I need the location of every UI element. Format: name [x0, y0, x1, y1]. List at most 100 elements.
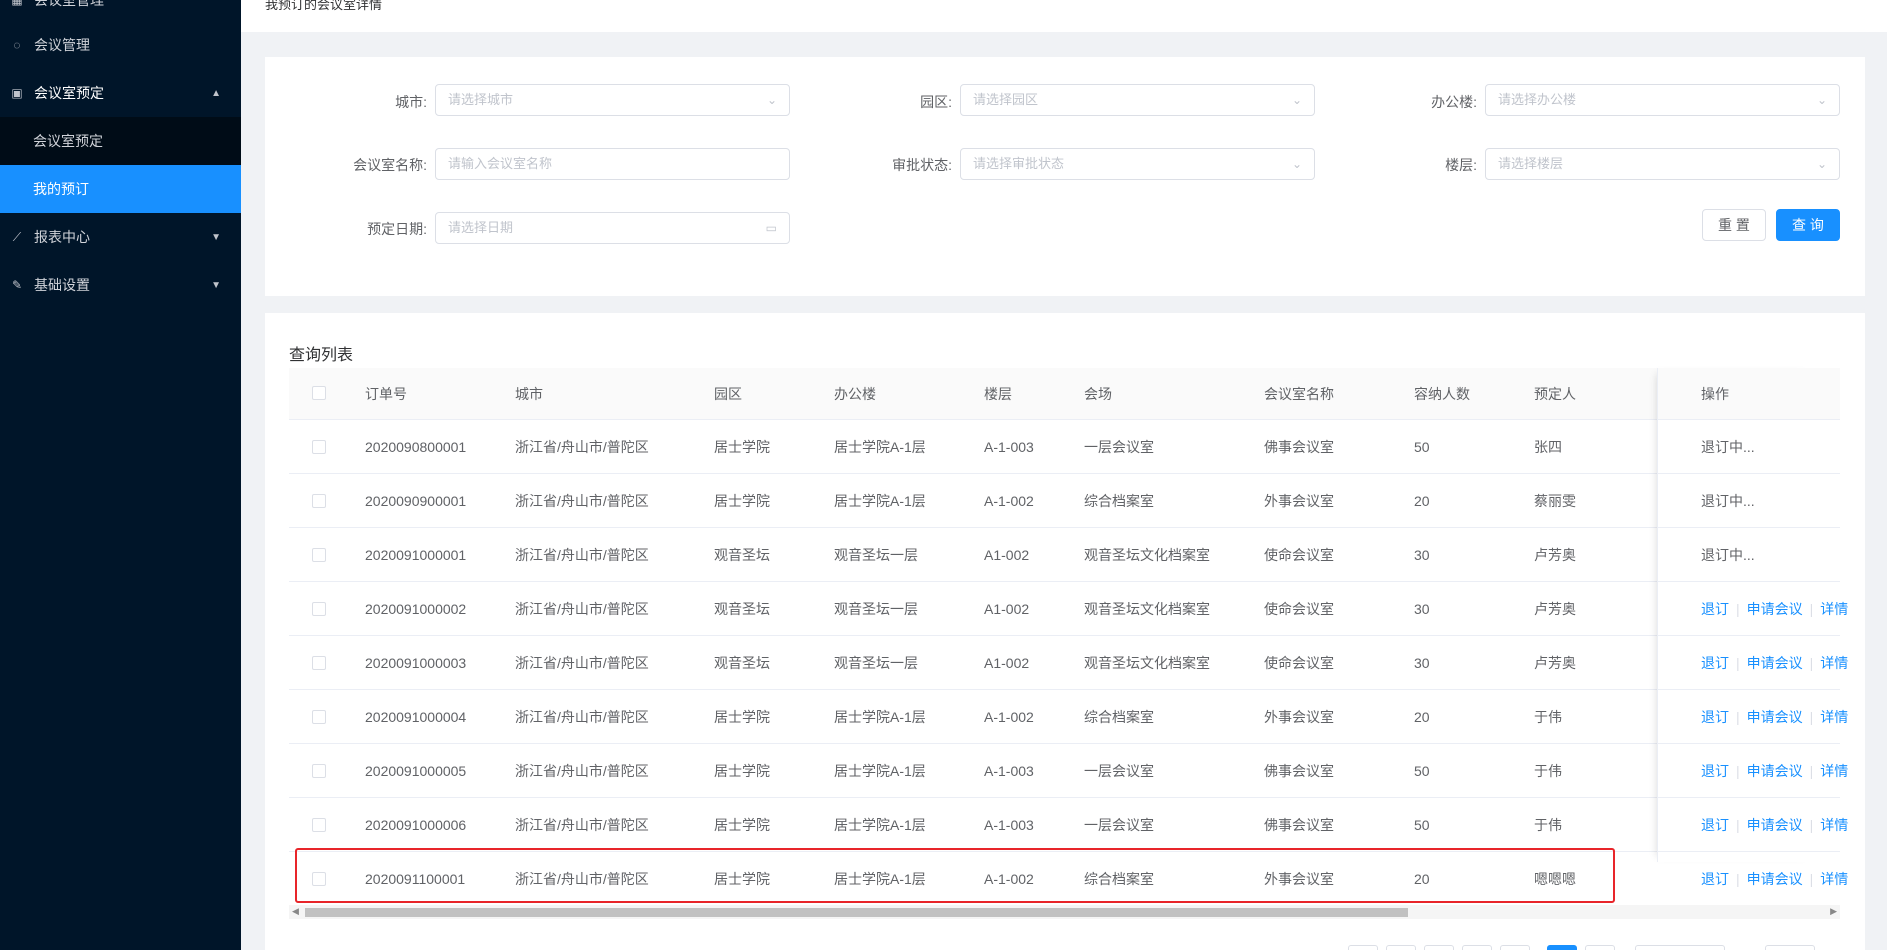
chevron-down-icon: ⌄: [1291, 93, 1302, 107]
cell-floor: A-1-003: [984, 763, 1034, 779]
row-checkbox[interactable]: [312, 602, 326, 616]
cell-capacity: 50: [1414, 817, 1430, 833]
row-actions: 退订 | 申请会议 | 详情: [1701, 798, 1848, 852]
row-actions: 退订 | 申请会议 | 详情: [1701, 582, 1848, 636]
row-actions: 退订 | 申请会议 | 详情: [1701, 636, 1848, 690]
city-label: 城市:: [395, 94, 427, 110]
row-checkbox[interactable]: [312, 872, 326, 886]
scroll-right-icon[interactable]: ▶: [1830, 906, 1837, 917]
cell-park: 居士学院: [714, 709, 770, 725]
cell-park: 居士学院: [714, 871, 770, 887]
page-title: 我预订的会议室详情: [265, 0, 383, 12]
cell-booker: 于伟: [1534, 817, 1562, 833]
detail-link[interactable]: 详情: [1820, 817, 1848, 833]
cancel-link[interactable]: 退订: [1701, 655, 1729, 671]
sidebar-item-label: 会议室预定: [34, 85, 104, 101]
scroll-left-icon[interactable]: ◀: [292, 906, 299, 917]
cancel-link[interactable]: 退订: [1701, 817, 1729, 833]
cell-venue: 一层会议室: [1084, 439, 1154, 455]
building-select[interactable]: 请选择办公楼 ⌄: [1485, 84, 1840, 116]
select-all-checkbox[interactable]: [312, 386, 326, 400]
sidebar-subitem-room-booking[interactable]: 会议室预定: [0, 117, 241, 165]
apply-meeting-link[interactable]: 申请会议: [1747, 709, 1803, 725]
apply-meeting-link[interactable]: 申请会议: [1747, 763, 1803, 779]
wrench-icon: ✎: [11, 278, 23, 292]
cell-city: 浙江省/舟山市/普陀区: [515, 817, 649, 833]
detail-link[interactable]: 详情: [1820, 709, 1848, 725]
pagination-next[interactable]: [1585, 945, 1615, 950]
pagination-page[interactable]: [1462, 945, 1492, 950]
query-button[interactable]: 查 询: [1776, 209, 1840, 241]
sidebar-subitem-my-bookings[interactable]: 我的预订: [0, 165, 241, 213]
cancel-link[interactable]: 退订: [1701, 763, 1729, 779]
cell-booker: 卢芳奥: [1534, 547, 1576, 563]
detail-link[interactable]: 详情: [1820, 601, 1848, 617]
horizontal-scrollbar[interactable]: ◀ ▶: [289, 905, 1840, 919]
cell-booker: 卢芳奥: [1534, 655, 1576, 671]
results-card: 查询列表 订单号 城市 园区 办公楼 楼层 会场 会议室名称 容纳人数 预定人 …: [265, 313, 1865, 950]
pagination-jumper[interactable]: [1765, 945, 1815, 950]
chat-icon: ◌: [13, 38, 21, 52]
detail-link[interactable]: 详情: [1820, 763, 1848, 779]
approval-status-select[interactable]: 请选择审批状态 ⌄: [960, 148, 1315, 180]
row-checkbox[interactable]: [312, 656, 326, 670]
chevron-down-icon: ⌄: [766, 93, 777, 107]
cancel-link[interactable]: 退订: [1701, 709, 1729, 725]
pagination-page[interactable]: [1424, 945, 1454, 950]
table-row: 2020091000003 浙江省/舟山市/普陀区 观音圣坛 观音圣坛一层 A1-002…: [289, 636, 1848, 690]
cell-capacity: 30: [1414, 547, 1430, 563]
detail-link[interactable]: 详情: [1820, 871, 1848, 887]
cell-building: 观音圣坛一层: [834, 601, 918, 617]
sidebar-item-room-booking[interactable]: ▣ 会议室预定 ▲: [0, 69, 241, 117]
apply-meeting-link[interactable]: 申请会议: [1747, 817, 1803, 833]
detail-link[interactable]: 详情: [1820, 655, 1848, 671]
cell-order: 2020091100001: [365, 871, 466, 887]
cell-venue: 综合档案室: [1084, 871, 1154, 887]
cell-order: 2020091000001: [365, 547, 467, 563]
pagination-page[interactable]: [1500, 945, 1530, 950]
row-actions: 退订中...: [1701, 528, 1755, 582]
row-checkbox[interactable]: [312, 494, 326, 508]
sidebar-item-meeting-management[interactable]: ◌ 会议管理: [0, 21, 241, 69]
chevron-down-icon: ⌄: [1816, 157, 1827, 171]
column-header-order: 订单号: [365, 386, 407, 402]
booking-date-picker[interactable]: 请选择日期 ▭: [435, 212, 790, 244]
row-checkbox[interactable]: [312, 440, 326, 454]
separator: |: [1736, 655, 1740, 671]
sidebar-item-reports[interactable]: ⟋ 报表中心 ▼: [0, 213, 241, 261]
row-checkbox[interactable]: [312, 710, 326, 724]
row-checkbox[interactable]: [312, 548, 326, 562]
table-row: 2020091000004 浙江省/舟山市/普陀区 居士学院 居士学院A-1层 A-1-…: [289, 690, 1848, 744]
row-checkbox[interactable]: [312, 764, 326, 778]
pagination-page-active[interactable]: [1547, 945, 1577, 950]
apply-meeting-link[interactable]: 申请会议: [1747, 871, 1803, 887]
cell-order: 2020091000004: [365, 709, 467, 725]
separator: |: [1736, 817, 1740, 833]
sidebar-item-label: 会议室管理: [34, 0, 104, 8]
cancel-link[interactable]: 退订: [1701, 871, 1729, 887]
city-select[interactable]: 请选择城市 ⌄: [435, 84, 790, 116]
cell-park: 居士学院: [714, 763, 770, 779]
row-checkbox[interactable]: [312, 818, 326, 832]
sidebar-item-settings[interactable]: ✎ 基础设置 ▼: [0, 261, 241, 309]
column-header-city: 城市: [515, 386, 543, 402]
apply-meeting-link[interactable]: 申请会议: [1747, 601, 1803, 617]
cell-booker: 嗯嗯嗯: [1534, 871, 1576, 887]
pagination-page[interactable]: [1386, 945, 1416, 950]
pagination-size-select[interactable]: [1635, 945, 1725, 950]
pagination-prev[interactable]: [1348, 945, 1378, 950]
cell-park: 居士学院: [714, 439, 770, 455]
cell-building: 居士学院A-1层: [834, 763, 926, 779]
apply-meeting-link[interactable]: 申请会议: [1747, 655, 1803, 671]
cell-room: 使命会议室: [1264, 601, 1334, 617]
cell-building: 居士学院A-1层: [834, 439, 926, 455]
floor-select[interactable]: 请选择楼层 ⌄: [1485, 148, 1840, 180]
cell-venue: 一层会议室: [1084, 763, 1154, 779]
reset-button[interactable]: 重 置: [1702, 209, 1766, 241]
park-select[interactable]: 请选择园区 ⌄: [960, 84, 1315, 116]
scrollbar-thumb[interactable]: [305, 908, 1408, 917]
cancel-link[interactable]: 退订: [1701, 601, 1729, 617]
cell-order: 2020091000002: [365, 601, 467, 617]
room-name-input[interactable]: 请输入会议室名称: [435, 148, 790, 180]
cell-park: 观音圣坛: [714, 601, 770, 617]
